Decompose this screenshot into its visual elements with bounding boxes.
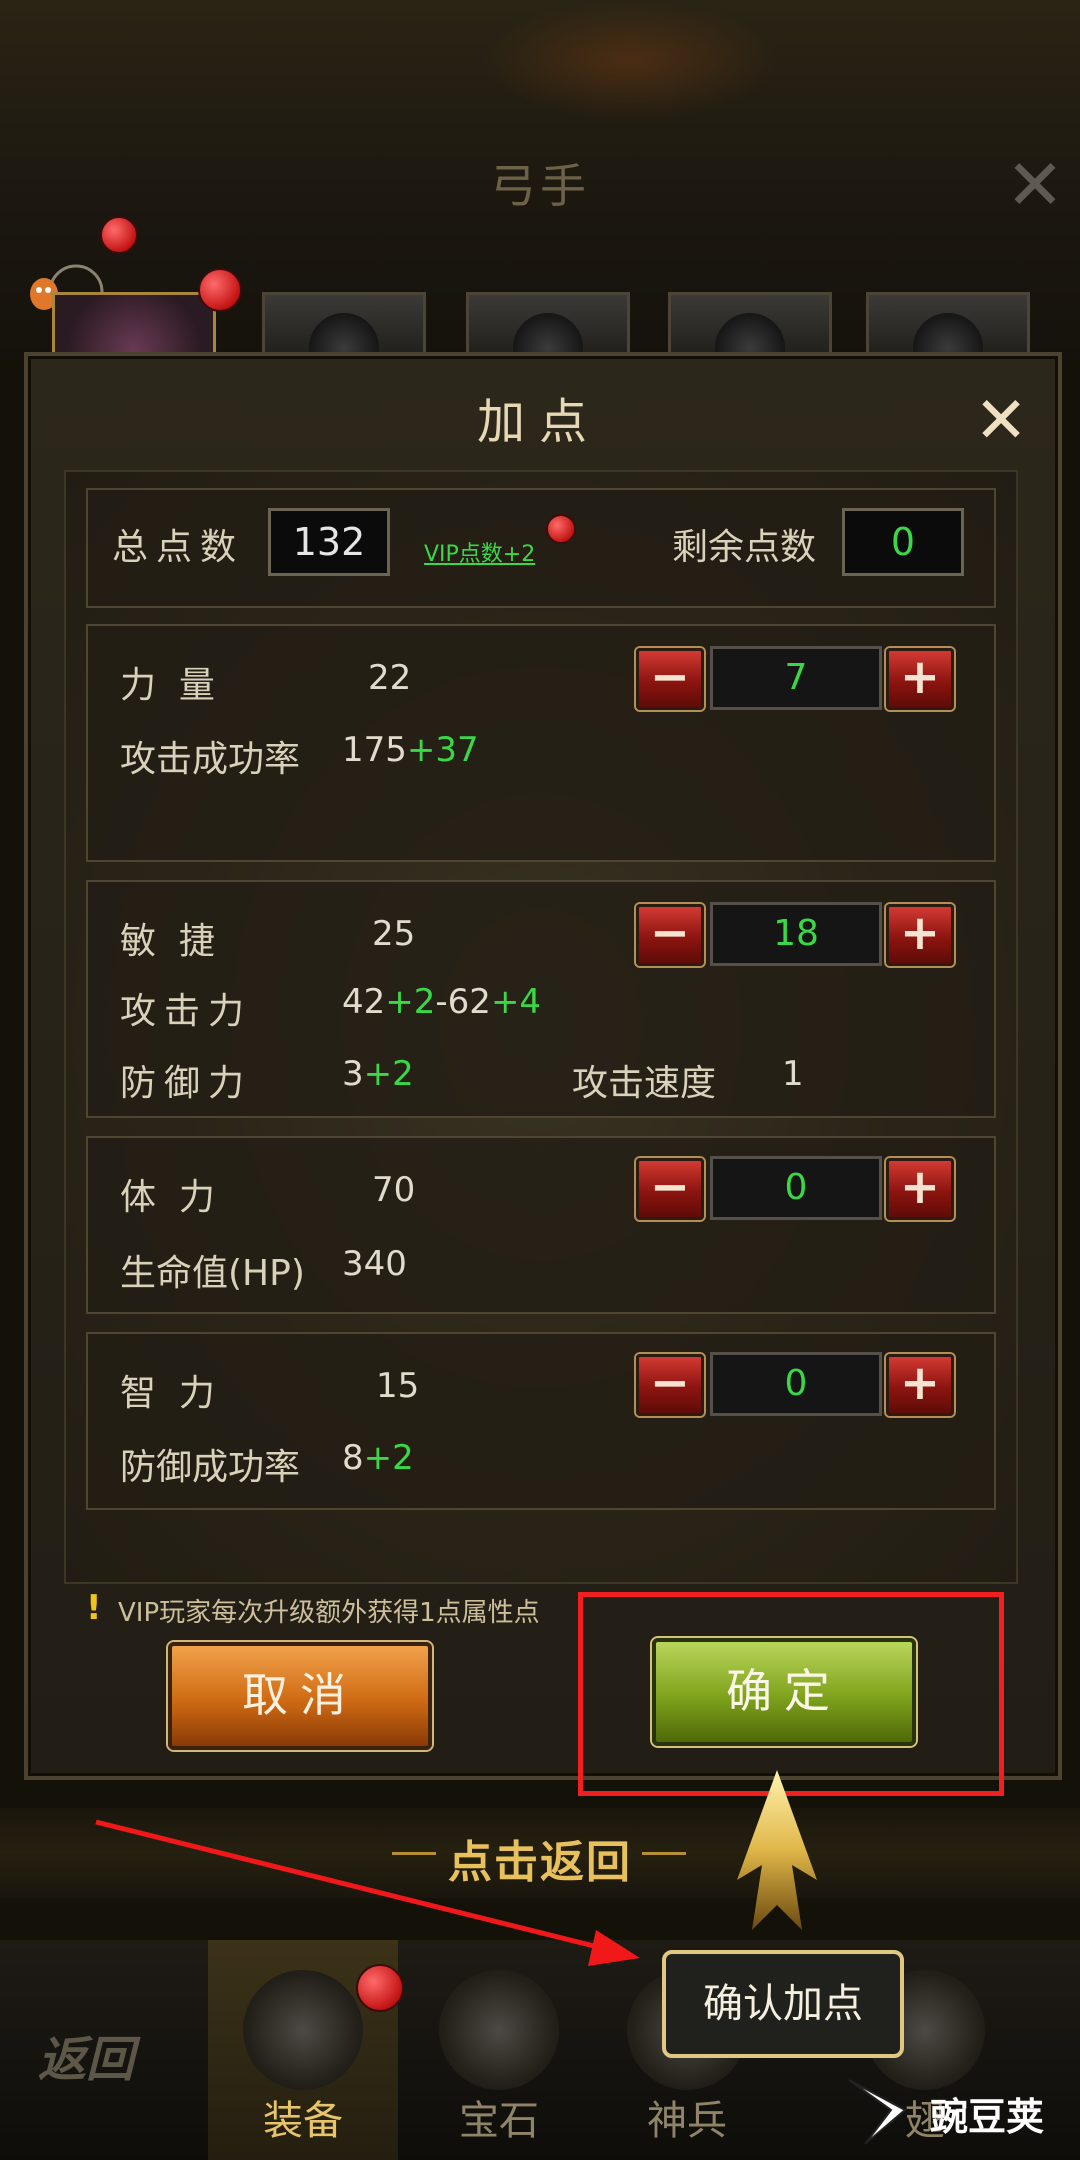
allocated-points: 18 bbox=[710, 902, 882, 966]
attribute-name: 力 量 bbox=[120, 665, 215, 706]
vip-points-link[interactable]: VIP点数+2 bbox=[424, 536, 535, 568]
decrease-button[interactable]: − bbox=[636, 1354, 704, 1416]
return-label[interactable]: 点击返回 bbox=[0, 1826, 1080, 1890]
background-glow bbox=[480, 0, 780, 120]
close-icon[interactable]: ✕ bbox=[1000, 150, 1070, 220]
increase-button[interactable]: + bbox=[886, 1158, 954, 1220]
attribute-base: 25 bbox=[372, 914, 416, 954]
dialog-close-icon[interactable]: ✕ bbox=[968, 388, 1034, 454]
decrease-button[interactable]: − bbox=[636, 1158, 704, 1220]
nav-badge bbox=[356, 1964, 404, 2012]
stat-label: 攻击速度 bbox=[572, 1063, 717, 1104]
highlight-box bbox=[578, 1592, 1004, 1796]
allocated-points: 0 bbox=[710, 1352, 882, 1416]
vip-badge bbox=[546, 514, 576, 544]
stat-value: 8+2 bbox=[342, 1438, 414, 1478]
attribute-name: 智 力 bbox=[120, 1373, 215, 1414]
confirm-tooltip: 确认加点 bbox=[662, 1950, 904, 2058]
vip-tip: VIP玩家每次升级额外获得1点属性点 bbox=[118, 1598, 540, 1628]
stat-label: 生命值(HP) bbox=[120, 1253, 305, 1294]
attribute-base: 22 bbox=[368, 658, 412, 698]
increase-button[interactable]: + bbox=[886, 1354, 954, 1416]
notification-dot bbox=[100, 216, 138, 254]
stat-value: 3+2 bbox=[342, 1054, 414, 1094]
total-points-value: 132 bbox=[268, 508, 390, 576]
cancel-button[interactable]: 取消 bbox=[168, 1642, 432, 1750]
watermark-text: 豌豆荚 bbox=[930, 2095, 1045, 2139]
stat-label: 防御成功率 bbox=[120, 1447, 301, 1488]
total-points-label: 总点数 bbox=[112, 527, 245, 568]
stat-value: 175+37 bbox=[342, 730, 479, 770]
allocated-points: 0 bbox=[710, 1156, 882, 1220]
allocated-points: 7 bbox=[710, 646, 882, 710]
back-button[interactable]: 返回 bbox=[38, 2020, 134, 2090]
remaining-points-label: 剩余点数 bbox=[672, 527, 817, 568]
attribute-base: 15 bbox=[376, 1366, 420, 1406]
nav-gems[interactable]: 宝石 bbox=[404, 1940, 594, 2160]
remaining-points-value: 0 bbox=[842, 508, 964, 576]
class-title: 弓手 bbox=[490, 159, 590, 213]
slot-badge bbox=[198, 268, 242, 312]
decrease-button[interactable]: − bbox=[636, 904, 704, 966]
stat-value: 42+2-62+4 bbox=[342, 982, 542, 1022]
increase-button[interactable]: + bbox=[886, 904, 954, 966]
stat-label: 防御力 bbox=[120, 1063, 253, 1104]
stat-label: 攻击成功率 bbox=[120, 739, 301, 780]
attribute-base: 70 bbox=[372, 1170, 416, 1210]
arrow-up-icon bbox=[737, 1770, 817, 1930]
equipment-icon bbox=[243, 1970, 363, 2090]
gem-icon bbox=[439, 1970, 559, 2090]
increase-button[interactable]: + bbox=[886, 648, 954, 710]
stat-label: 攻击力 bbox=[120, 991, 253, 1032]
warning-icon: ! bbox=[86, 1588, 102, 1628]
attribute-name: 敏 捷 bbox=[120, 921, 215, 962]
stat-value: 340 bbox=[342, 1244, 407, 1284]
decrease-button[interactable]: − bbox=[636, 648, 704, 710]
attribute-name: 体 力 bbox=[120, 1177, 215, 1218]
dialog-title: 加点 bbox=[476, 394, 601, 450]
stat-value: 1 bbox=[782, 1054, 804, 1094]
